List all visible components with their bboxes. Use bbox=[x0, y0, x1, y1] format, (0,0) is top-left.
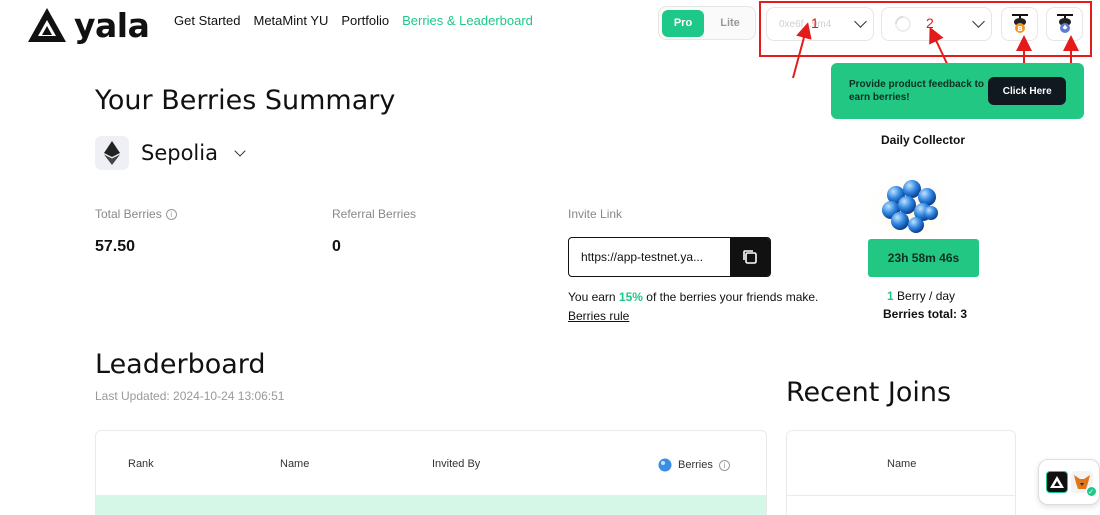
feedback-click-here-button[interactable]: Click Here bbox=[988, 77, 1066, 105]
total-berries-label: Total Berries i bbox=[95, 207, 177, 221]
column-header-name[interactable]: Name bbox=[887, 458, 916, 470]
nav-portfolio[interactable]: Portfolio bbox=[341, 13, 389, 28]
berries-rule-link[interactable]: Berries rule bbox=[568, 309, 629, 323]
column-header-rank[interactable]: Rank bbox=[128, 458, 154, 470]
earn-suffix: of the berries your friends make. bbox=[642, 290, 819, 304]
invite-link-field[interactable]: https://app-testnet.ya... bbox=[568, 237, 771, 277]
yala-logo[interactable]: yala bbox=[26, 5, 150, 45]
feedback-text: Provide product feedback to earn berries… bbox=[849, 79, 985, 103]
brand-name: yala bbox=[74, 5, 150, 45]
earn-prefix: You earn bbox=[568, 290, 619, 304]
referral-berries-value: 0 bbox=[332, 238, 341, 255]
leaderboard-table: Rank Name Invited By Berries i bbox=[95, 430, 767, 515]
nav-get-started[interactable]: Get Started bbox=[174, 13, 240, 28]
table-row-highlighted[interactable] bbox=[96, 495, 766, 515]
copy-link-button[interactable] bbox=[730, 238, 770, 276]
mode-toggle: Pro Lite bbox=[658, 6, 756, 40]
annotation-label-1: 1 bbox=[811, 15, 819, 31]
yala-mountain-icon bbox=[28, 8, 66, 42]
column-header-name[interactable]: Name bbox=[280, 458, 309, 470]
nav-berries-leaderboard[interactable]: Berries & Leaderboard bbox=[402, 13, 533, 28]
per-day-count: 1 bbox=[887, 289, 894, 303]
chevron-down-icon bbox=[234, 145, 246, 157]
lite-mode-button[interactable]: Lite bbox=[708, 10, 752, 37]
berries-total: Berries total: 3 bbox=[883, 307, 968, 321]
feedback-banner: Provide product feedback to earn berries… bbox=[831, 63, 1084, 119]
earn-percentage: 15% bbox=[618, 290, 643, 304]
recent-joins-title: Recent Joins bbox=[786, 377, 952, 408]
last-updated-timestamp: Last Updated: 2024-10-24 13:06:51 bbox=[95, 389, 285, 403]
earn-description: You earn 15% of the berries your friends… bbox=[568, 290, 818, 304]
daily-collect-timer-button[interactable]: 23h 58m 46s bbox=[868, 239, 979, 277]
referral-berries-label: Referral Berries bbox=[332, 207, 417, 221]
nav-metamint-yu[interactable]: MetaMint YU bbox=[253, 13, 328, 28]
annotation-label-2: 2 bbox=[926, 15, 934, 31]
total-berries-value: 57.50 bbox=[95, 238, 136, 255]
metamask-fox-icon: ✓ bbox=[1070, 471, 1097, 497]
network-name: Sepolia bbox=[141, 141, 218, 165]
berry-icon bbox=[658, 458, 672, 472]
invite-link-url: https://app-testnet.ya... bbox=[581, 250, 704, 264]
total-berries-label-text: Total Berries bbox=[95, 207, 162, 221]
column-header-invited-by[interactable]: Invited By bbox=[432, 458, 480, 470]
invite-link-label: Invite Link bbox=[568, 207, 623, 221]
column-header-berries[interactable]: Berries i bbox=[658, 458, 730, 472]
berries-per-day: 1 Berry / day bbox=[887, 289, 955, 303]
ethereum-icon bbox=[95, 136, 129, 170]
column-header-berries-text: Berries bbox=[678, 459, 713, 471]
info-icon[interactable]: i bbox=[718, 459, 730, 471]
main-nav: Get Started MetaMint YU Portfolio Berrie… bbox=[174, 13, 533, 28]
blue-berry-image bbox=[866, 169, 954, 241]
pro-mode-button[interactable]: Pro bbox=[662, 9, 704, 37]
network-dropdown[interactable]: Sepolia bbox=[95, 136, 246, 170]
table-divider bbox=[787, 495, 1015, 496]
yala-app-icon bbox=[1045, 471, 1068, 493]
check-icon: ✓ bbox=[1085, 486, 1097, 497]
per-day-suffix: Berry / day bbox=[893, 289, 956, 303]
info-icon[interactable]: i bbox=[165, 208, 177, 220]
daily-collector-title: Daily Collector bbox=[881, 133, 966, 147]
copy-icon bbox=[743, 250, 757, 264]
wallet-connection-widget[interactable]: ✓ bbox=[1038, 459, 1100, 505]
page-title: Your Berries Summary bbox=[95, 85, 396, 116]
leaderboard-title: Leaderboard bbox=[95, 349, 266, 380]
recent-joins-table: Name bbox=[786, 430, 1016, 515]
